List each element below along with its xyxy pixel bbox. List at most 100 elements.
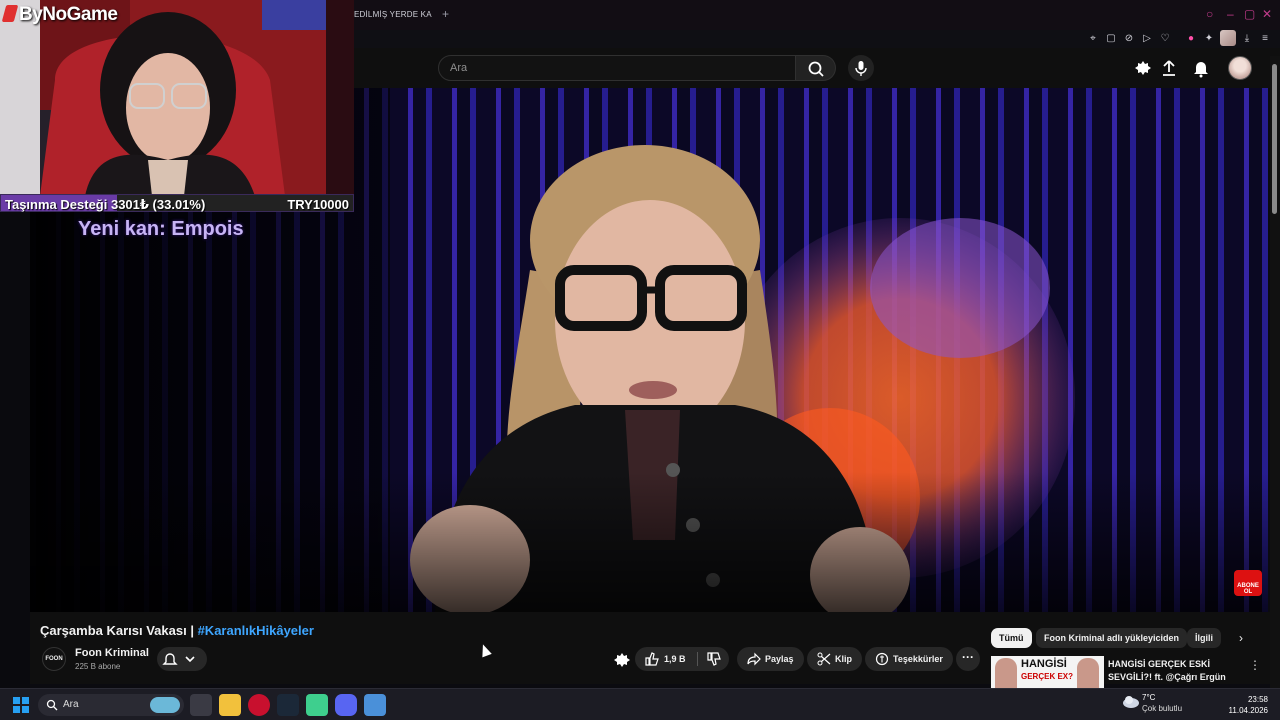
system-clock[interactable]: 23:58 11.04.2026 [1229, 694, 1268, 716]
dislike-icon[interactable] [707, 652, 721, 666]
account-avatar[interactable] [1228, 56, 1252, 80]
video-title-text: Çarşamba Karısı Vakası | [40, 623, 198, 638]
chip-all[interactable]: Tümü [991, 628, 1032, 648]
super-thanks-icon [875, 652, 889, 666]
heart-icon[interactable]: ♡ [1158, 32, 1172, 46]
subscriber-count: 225 B abone [75, 662, 121, 671]
channel-name[interactable]: Foon Kriminal [75, 647, 149, 659]
maximize-icon[interactable]: ▢ [1244, 7, 1255, 21]
clip-button[interactable]: Klip [807, 647, 862, 671]
menu-icon[interactable]: ≡ [1258, 32, 1272, 46]
kebab-menu-icon[interactable]: ⋮ [1249, 658, 1261, 672]
thanks-button[interactable]: Teşekkürler [865, 647, 953, 671]
app-green-icon[interactable] [306, 694, 328, 716]
browser-tab-bar: EDİLMİŞ YERDE KA + ○ – ▢ ✕ [354, 0, 1280, 30]
thumbnail-face-left [995, 658, 1017, 688]
scrollbar-thumb[interactable] [1272, 64, 1277, 214]
clock-time: 23:58 [1247, 695, 1268, 704]
search-button[interactable] [796, 55, 836, 81]
upload-icon[interactable] [1158, 57, 1180, 79]
search-tabs-icon[interactable]: ○ [1206, 7, 1213, 21]
subscription-bell-button[interactable] [157, 647, 207, 671]
chip-from-uploader[interactable]: Foon Kriminal adlı yükleyiciden [1036, 628, 1188, 648]
brand-logo: ByNoGame [1, 4, 118, 26]
weather-temperature: 7°C [1142, 693, 1156, 702]
taskbar-search[interactable]: Ara [38, 694, 184, 716]
brand-mark-icon [1, 5, 19, 22]
like-dislike-group: 1,9 B [635, 647, 729, 671]
profile-icon[interactable] [1220, 30, 1236, 46]
share-label: Paylaş [765, 654, 794, 664]
windows-taskbar: Ara 7°C Çok bulutlu 23:58 11.04.2026 [0, 688, 1280, 720]
close-icon[interactable]: ✕ [1262, 7, 1272, 21]
share-button[interactable]: Paylaş [737, 647, 804, 671]
taskbar-search-input[interactable]: Ara [63, 699, 79, 710]
search-highlight-icon [150, 697, 180, 713]
like-divider [697, 652, 698, 666]
file-explorer-icon[interactable] [219, 694, 241, 716]
browser-tab-title[interactable]: EDİLMİŞ YERDE KA [354, 10, 432, 19]
search-box[interactable]: Ara [438, 55, 796, 81]
thanks-label: Teşekkürler [893, 654, 943, 664]
pin-icon[interactable]: ⌖ [1086, 32, 1100, 46]
microphone-icon [855, 61, 867, 76]
extension-gear-icon[interactable] [1132, 57, 1154, 79]
youtube-header: Ara [354, 48, 1280, 88]
extension-action-icon[interactable] [614, 652, 630, 668]
donation-goal-bar: Taşınma Desteği 3301₺ (33.01%) TRY10000 [0, 194, 354, 212]
subscribe-watermark[interactable]: ABONE OL [1234, 570, 1262, 596]
more-actions-button[interactable]: ··· [956, 647, 980, 671]
windows-logo-tile [13, 697, 20, 704]
notifications-icon[interactable] [1190, 57, 1212, 79]
bell-icon [162, 653, 195, 665]
voice-search-button[interactable] [848, 55, 874, 81]
search-icon [46, 699, 58, 711]
task-view-icon[interactable] [190, 694, 212, 716]
discord-icon[interactable] [335, 694, 357, 716]
app-blue-icon[interactable] [364, 694, 386, 716]
opera-gx-icon[interactable] [248, 694, 270, 716]
puzzle-icon[interactable]: ✦ [1202, 32, 1216, 46]
clip-label: Klip [835, 654, 852, 664]
new-tab-button[interactable]: + [442, 7, 449, 21]
brand-name: ByNoGame [19, 4, 118, 25]
webcam-scene [0, 0, 354, 196]
minimize-icon[interactable]: – [1227, 7, 1234, 21]
thumbnail-text-2: GERÇEK EX? [1021, 672, 1074, 681]
extension-icon[interactable]: ⊘ [1122, 32, 1136, 46]
channel-avatar[interactable]: FOON [42, 647, 66, 671]
search-icon [808, 61, 824, 77]
page-scrollbar[interactable] [1270, 56, 1280, 696]
download-icon[interactable]: ⤓ [1240, 32, 1254, 46]
play-icon[interactable]: ▷ [1140, 32, 1154, 46]
clock-date: 11.04.2026 [1228, 706, 1268, 715]
weather-description: Çok bulutlu [1142, 704, 1183, 713]
video-shadow-bottom [30, 472, 1268, 612]
steam-icon[interactable] [277, 694, 299, 716]
search-input[interactable]: Ara [450, 62, 467, 74]
chip-related[interactable]: İlgili [1187, 628, 1221, 648]
thumbnail-face-right [1077, 658, 1099, 688]
windows-logo-tile [22, 697, 29, 704]
scissors-icon [817, 652, 831, 666]
like-icon[interactable] [645, 652, 659, 666]
windows-logo-tile [13, 706, 20, 713]
browser-toolbar: ⌖ ▢ ⊘ ▷ ♡ ● ✦ ⤓ ≡ [354, 30, 1280, 48]
video-hashtag[interactable]: #KaranlıkHikâyeler [198, 623, 314, 638]
weather-widget[interactable]: 7°C Çok bulutlu [1122, 693, 1182, 714]
video-title: Çarşamba Karısı Vakası | #KaranlıkHikâye… [40, 623, 314, 638]
opera-extension-icon[interactable]: ● [1184, 32, 1198, 46]
start-button[interactable] [13, 697, 29, 713]
recommendation-filter-chips: Tümü Foon Kriminal adlı yükleyiciden İlg… [991, 628, 1261, 650]
recommendation-thumbnail[interactable]: HANGİSİ GERÇEK EX? [991, 656, 1104, 688]
snapshot-icon[interactable]: ▢ [1104, 32, 1118, 46]
like-count[interactable]: 1,9 B [664, 654, 686, 664]
thumbnail-text-1: HANGİSİ [1021, 658, 1067, 670]
streamer-webcam: ByNoGame [0, 0, 354, 196]
windows-logo-tile [22, 706, 29, 713]
chevron-right-icon[interactable]: › [1239, 631, 1243, 645]
donation-goal-amount: TRY10000 [287, 197, 349, 212]
recommendation-title[interactable]: HANGİSİ GERÇEK ESKİ SEVGİLİ?! ft. @Çağrı… [1108, 658, 1248, 684]
share-icon [747, 652, 761, 666]
donation-label: Taşınma Desteği 3301₺ (33.01%) [5, 197, 206, 212]
